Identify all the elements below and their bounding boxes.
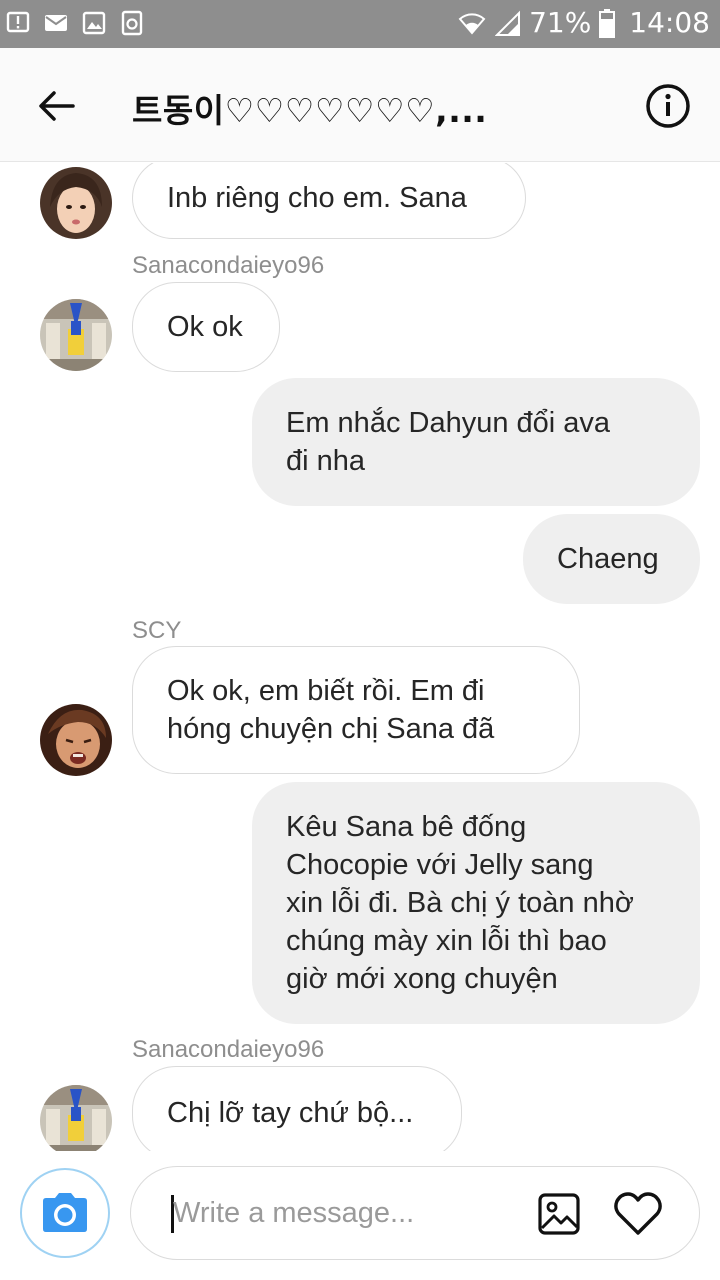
- info-icon: [646, 84, 690, 128]
- avatar-figure-image: [40, 1085, 112, 1151]
- system-status: 71% 14:08: [457, 6, 710, 39]
- message-bubble-incoming[interactable]: Ok ok: [132, 282, 280, 372]
- avatar[interactable]: [40, 1085, 112, 1151]
- conversation-header: 트동이♡♡♡♡♡♡♡,...: [0, 48, 720, 162]
- message-text-line: xin lỗi đi. Bà chị ý toàn nhờ: [286, 887, 634, 919]
- image-icon: [82, 11, 106, 35]
- status-bar: 71% 14:08: [0, 0, 720, 48]
- message-bubble-outgoing[interactable]: Em nhắc Dahyun đổi ava đi nha: [252, 378, 700, 506]
- sender-name: Sanacondaieyo96: [132, 252, 325, 279]
- conversation-title: 트동이♡♡♡♡♡♡♡,...: [132, 91, 488, 130]
- alert-icon: [6, 11, 30, 33]
- message-bubble-incoming[interactable]: Ok ok, em biết rồi. Em đi hóng chuyện ch…: [132, 646, 580, 774]
- clock-time: 14:08: [629, 6, 710, 39]
- avatar-crying-image: [40, 704, 112, 776]
- avatar[interactable]: [40, 167, 112, 239]
- camera-icon: [43, 1193, 87, 1232]
- message-text: Chaeng: [557, 543, 659, 575]
- mail-icon: [45, 15, 67, 31]
- message-text: Ok ok: [167, 311, 243, 343]
- message-input-container[interactable]: [130, 1166, 700, 1260]
- sender-name: SCY: [132, 617, 182, 644]
- camera-button[interactable]: [20, 1168, 110, 1258]
- message-composer: [0, 1151, 720, 1280]
- message-text-line: hóng chuyện chị Sana đã: [167, 713, 495, 745]
- gallery-icon: [538, 1193, 580, 1235]
- notification-icons: [6, 10, 144, 36]
- wifi-icon: [458, 12, 486, 35]
- back-button[interactable]: [30, 84, 82, 128]
- battery-icon: [599, 8, 616, 38]
- message-list[interactable]: Inb riêng cho em. Sana Sanacondaieyo96 O…: [0, 163, 720, 1151]
- message-bubble-outgoing[interactable]: Kêu Sana bê đống Chocopie với Jelly sang…: [252, 782, 700, 1024]
- message-text-line: Chocopie với Jelly sang: [286, 849, 594, 881]
- sender-name: Sanacondaieyo96: [132, 1036, 325, 1063]
- message-bubble-incoming[interactable]: Inb riêng cho em. Sana: [132, 163, 526, 239]
- message-text-line: chúng mày xin lỗi thì bao: [286, 925, 607, 957]
- message-input[interactable]: [173, 1189, 523, 1237]
- message-text-line: giờ mới xong chuyện: [286, 963, 558, 995]
- avatar[interactable]: [40, 704, 112, 776]
- message-bubble-outgoing[interactable]: Chaeng: [523, 514, 700, 604]
- signal-icon: [495, 10, 521, 36]
- battery-percent: 71%: [529, 6, 592, 39]
- heart-icon: [614, 1192, 662, 1235]
- info-button[interactable]: [644, 82, 692, 130]
- avatar-woman-image: [40, 167, 112, 239]
- message-text-line: Ok ok, em biết rồi. Em đi: [167, 675, 485, 707]
- message-bubble-incoming[interactable]: Chị lỡ tay chứ bộ...: [132, 1066, 462, 1151]
- message-text-line: Kêu Sana bê đống: [286, 811, 527, 843]
- avatar-figure-image: [40, 299, 112, 371]
- gallery-button[interactable]: [537, 1192, 581, 1236]
- avatar[interactable]: [40, 299, 112, 371]
- recycle-icon: [121, 10, 143, 36]
- like-button[interactable]: [613, 1191, 663, 1237]
- message-text: Inb riêng cho em. Sana: [167, 182, 467, 214]
- message-text-line: Em nhắc Dahyun đổi ava: [286, 407, 611, 439]
- back-arrow-icon: [39, 91, 75, 121]
- message-text-line: đi nha: [286, 445, 366, 477]
- message-text: Chị lỡ tay chứ bộ...: [167, 1097, 414, 1129]
